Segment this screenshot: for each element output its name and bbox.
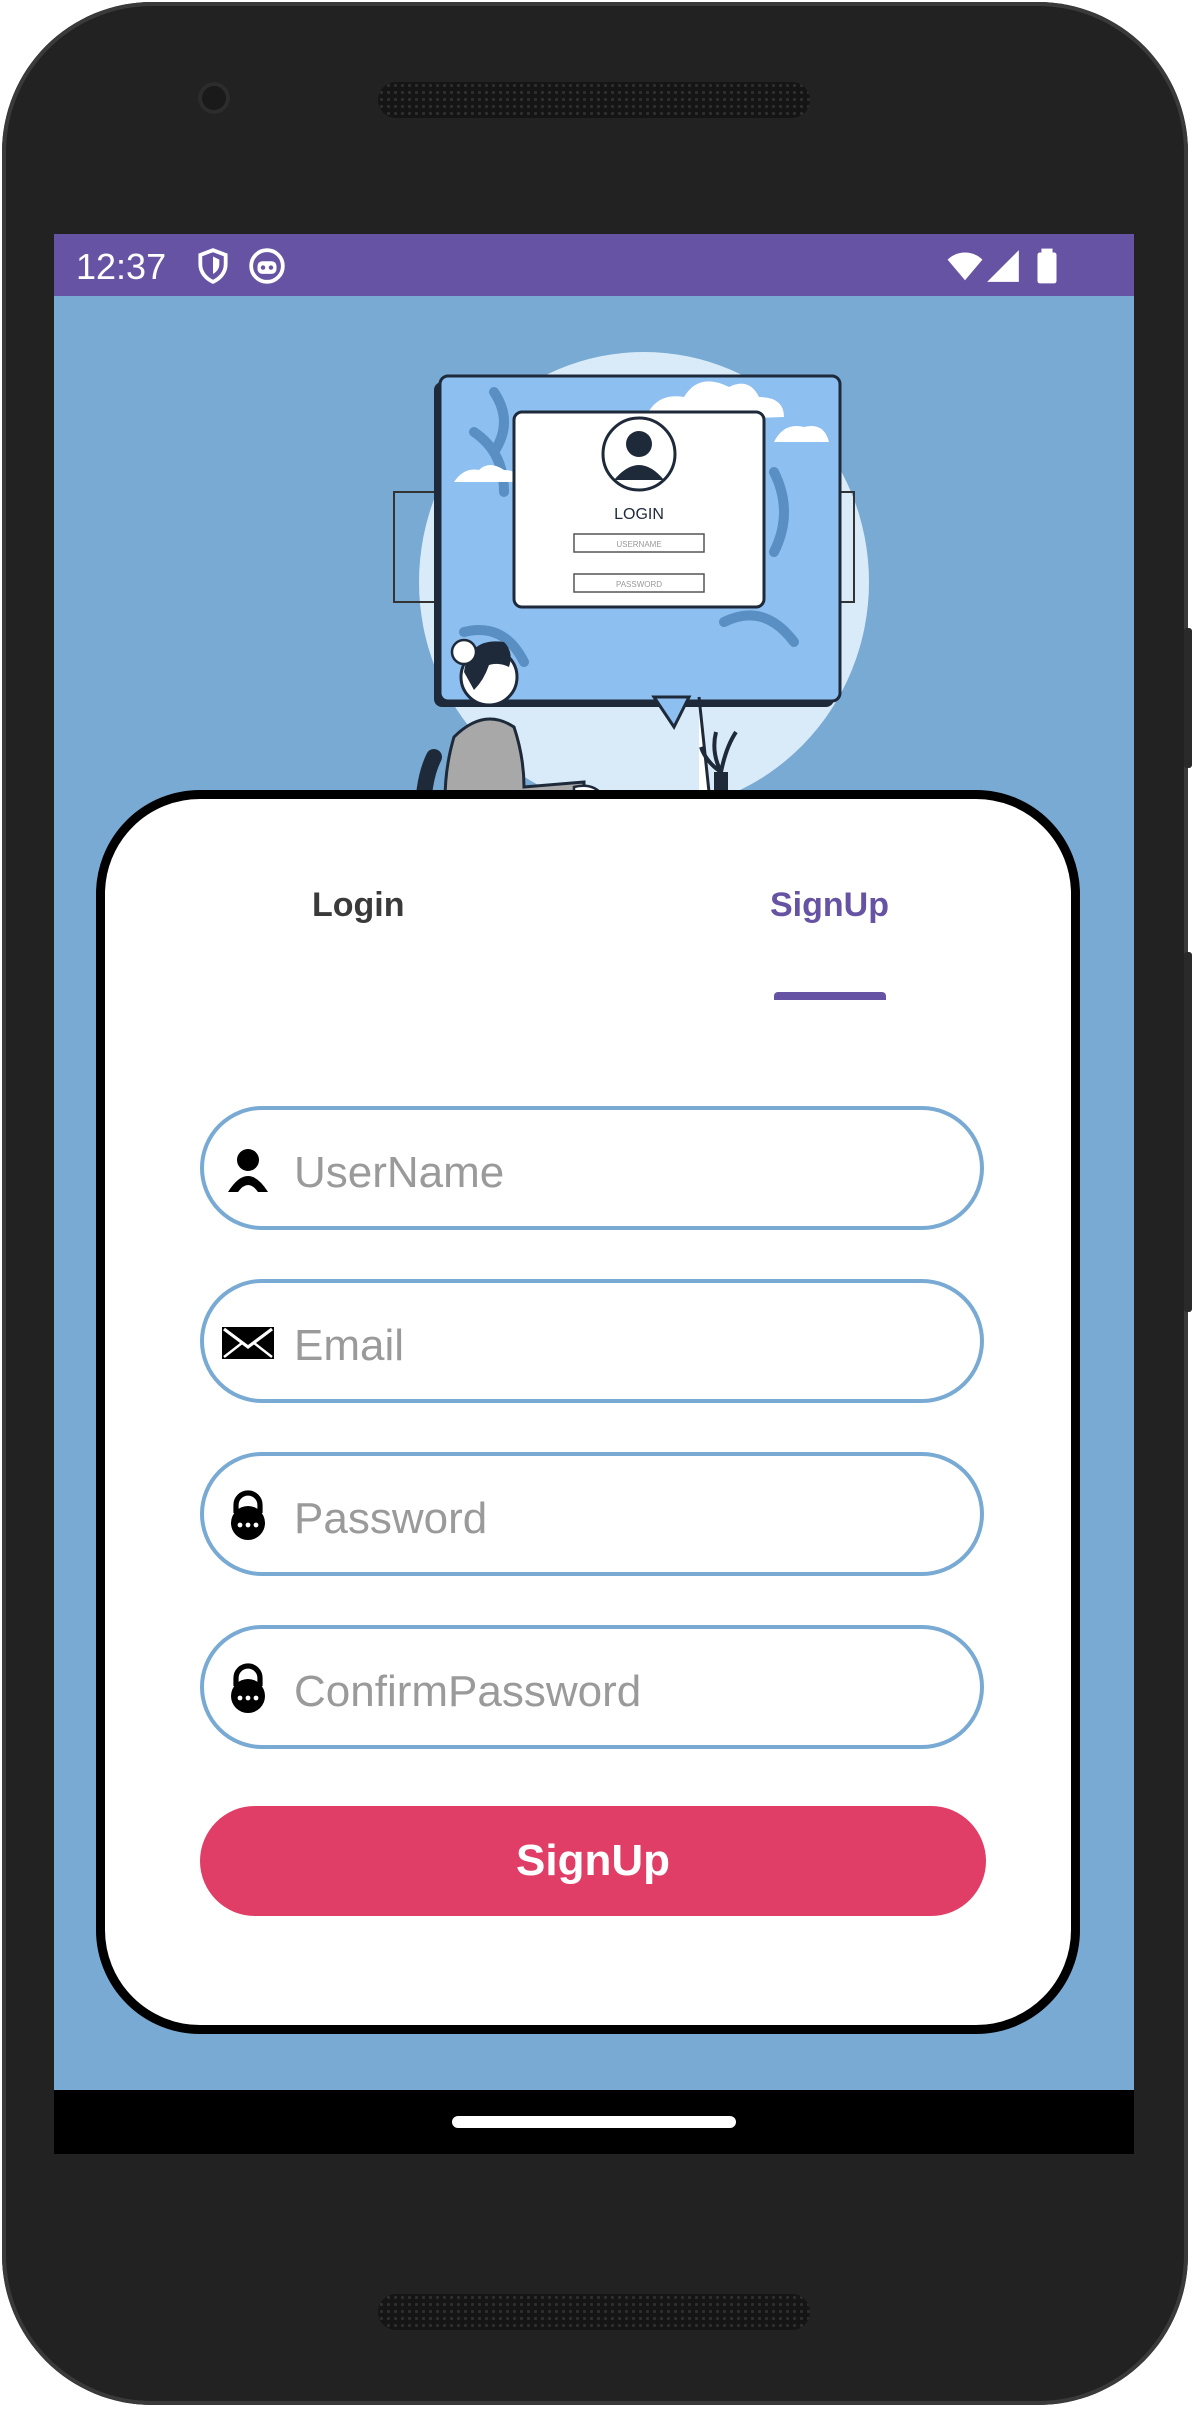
envelope-icon [222,1327,274,1359]
status-time: 12:37 [76,246,167,287]
lock-icon [231,1663,265,1713]
confirm-password-field[interactable]: ConfirmPassword [200,1625,984,1749]
email-field[interactable]: Email [200,1279,984,1403]
tab-selected-indicator [774,992,886,1000]
tab-signup[interactable]: SignUp [770,886,889,925]
password-field[interactable]: Password [200,1452,984,1576]
phone-frame: 12:37 LOGIN USERNAME PASSWORD Login Sign… [2,2,1192,2405]
tab-login[interactable]: Login [312,886,405,925]
user-icon [228,1149,268,1192]
username-field[interactable]: UserName [200,1106,984,1230]
username-placeholder: UserName [294,1148,505,1197]
robot-face-icon [249,248,285,284]
confirm-password-placeholder: ConfirmPassword [294,1667,642,1716]
power-button [1184,628,1192,768]
signup-button[interactable]: SignUp [200,1806,986,1916]
password-placeholder: Password [294,1494,488,1543]
top-speaker [378,82,810,118]
cellular-signal-icon [987,250,1019,282]
illustration-username-caption: USERNAME [616,540,661,549]
wifi-icon [947,252,983,281]
illustration-title: LOGIN [614,506,664,523]
volume-button [1184,952,1192,1312]
lock-icon [231,1490,265,1540]
battery-icon [1037,248,1057,284]
app-screen: 12:37 LOGIN USERNAME PASSWORD Login Sign… [54,234,1134,2154]
status-bar: 12:37 [54,234,1134,296]
home-gesture-handle[interactable] [452,2116,736,2128]
bottom-speaker [378,2294,810,2330]
front-camera [198,82,230,114]
illustration-password-caption: PASSWORD [616,580,662,589]
shield-icon [198,248,228,284]
navigation-bar [54,2090,1134,2154]
email-placeholder: Email [294,1321,405,1370]
